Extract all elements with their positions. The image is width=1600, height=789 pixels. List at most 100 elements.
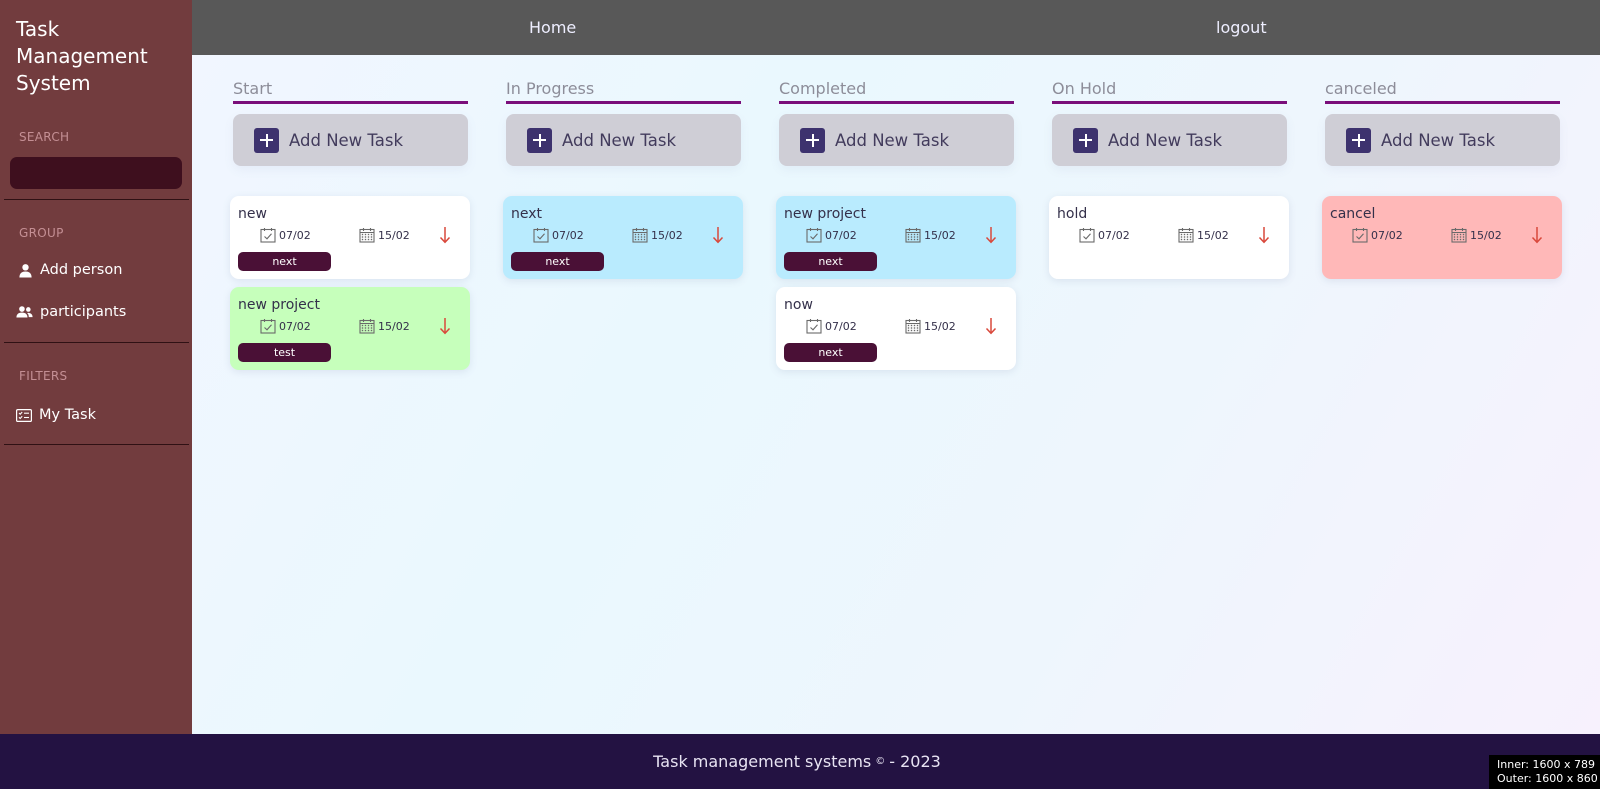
due-date: 15/02 (1451, 227, 1502, 243)
add-new-task-button[interactable]: Add New Task (1052, 114, 1287, 166)
sidebar-item-participants[interactable]: participants (16, 304, 126, 320)
inner-size: Inner: 1600 x 789 (1497, 758, 1595, 771)
start-date: 07/02 (1352, 227, 1403, 243)
start-date: 07/02 (1079, 227, 1130, 243)
add-new-task-button[interactable]: Add New Task (1325, 114, 1560, 166)
priority-arrow-down-icon (1531, 227, 1543, 244)
due-date-value: 15/02 (378, 228, 410, 242)
start-date: 07/02 (260, 227, 311, 243)
user-icon (19, 263, 32, 278)
task-tag: next (238, 252, 331, 271)
task-tag: next (784, 252, 877, 271)
add-new-task-button[interactable]: Add New Task (233, 114, 468, 166)
start-date-value: 07/02 (825, 228, 857, 242)
start-date: 07/02 (533, 227, 584, 243)
plus-icon (800, 127, 825, 153)
footer: Task management systems © - 2023 (0, 734, 1600, 789)
priority-arrow-down-icon (1258, 227, 1270, 244)
priority-arrow-down-icon (985, 227, 997, 244)
add-new-task-label: Add New Task (1381, 130, 1496, 150)
calendar-icon (359, 228, 375, 243)
task-card[interactable]: new project 07/02 15/02 next (776, 196, 1016, 279)
users-icon (16, 306, 33, 318)
brand-line: System (16, 71, 91, 95)
sidebar-item-label: My Task (39, 407, 96, 423)
column-title: Completed (779, 79, 867, 98)
sidebar-item-my-task[interactable]: My Task (16, 407, 96, 423)
column-underline (1052, 101, 1287, 104)
start-date-value: 07/02 (279, 319, 311, 333)
task-title: now (784, 297, 813, 313)
divider (4, 342, 189, 343)
outer-size: Outer: 1600 x 860 (1497, 772, 1598, 785)
brand-line: Task (16, 17, 60, 41)
due-date-value: 15/02 (924, 319, 956, 333)
sidebar: Task Management System SEARCH GROUP Add … (0, 0, 192, 734)
calendar-icon (1451, 228, 1467, 243)
calendar-icon (359, 319, 375, 334)
calendar-icon (905, 319, 921, 334)
task-tag: next (511, 252, 604, 271)
column-underline (1325, 101, 1560, 104)
due-date-value: 15/02 (1470, 228, 1502, 242)
add-new-task-button[interactable]: Add New Task (506, 114, 741, 166)
calendar-check-icon (533, 228, 549, 243)
due-date: 15/02 (905, 318, 956, 334)
start-date: 07/02 (260, 318, 311, 334)
due-date-value: 15/02 (1197, 228, 1229, 242)
start-date-value: 07/02 (825, 319, 857, 333)
filters-section-label: FILTERS (19, 369, 68, 383)
add-new-task-label: Add New Task (835, 130, 950, 150)
add-new-task-label: Add New Task (562, 130, 677, 150)
start-date-value: 07/02 (1371, 228, 1403, 242)
task-title: new project (784, 206, 866, 222)
sidebar-item-add-person[interactable]: Add person (18, 262, 122, 278)
viewport-size-badge: Inner: 1600 x 789 Outer: 1600 x 860 (1489, 755, 1600, 789)
column-underline (233, 101, 468, 104)
column-title: Start (233, 79, 273, 98)
plus-icon (527, 127, 552, 153)
calendar-check-icon (260, 228, 276, 243)
calendar-icon (632, 228, 648, 243)
task-tag: test (238, 343, 331, 362)
start-date: 07/02 (806, 227, 857, 243)
add-new-task-button[interactable]: Add New Task (779, 114, 1014, 166)
start-date: 07/02 (806, 318, 857, 334)
logout-link[interactable]: logout (1216, 18, 1267, 37)
task-title: new (238, 206, 267, 222)
task-card[interactable]: now 07/02 15/02 next (776, 287, 1016, 370)
divider (4, 199, 189, 200)
calendar-check-icon (806, 319, 822, 334)
footer-year: - 2023 (889, 752, 941, 771)
copyright-symbol: © (875, 756, 886, 767)
divider (4, 444, 189, 445)
plus-icon (1073, 127, 1098, 153)
search-input[interactable] (10, 157, 182, 189)
plus-icon (1346, 127, 1371, 153)
task-card[interactable]: new project 07/02 15/02 test (230, 287, 470, 370)
task-card[interactable]: new 07/02 15/02 next (230, 196, 470, 279)
start-date-value: 07/02 (1098, 228, 1130, 242)
start-date-value: 07/02 (552, 228, 584, 242)
priority-arrow-down-icon (439, 318, 451, 335)
task-board: Start Add New Task new 07/02 15/02 next new pr… (192, 55, 1600, 734)
priority-arrow-down-icon (985, 318, 997, 335)
due-date: 15/02 (1178, 227, 1229, 243)
column-underline (779, 101, 1014, 104)
add-new-task-label: Add New Task (289, 130, 404, 150)
sidebar-item-label: Add person (40, 262, 123, 278)
calendar-icon (1178, 228, 1194, 243)
app-brand: Task Management System (0, 0, 192, 97)
due-date-value: 15/02 (924, 228, 956, 242)
due-date: 15/02 (632, 227, 683, 243)
task-card[interactable]: next 07/02 15/02 next (503, 196, 743, 279)
column-title: On Hold (1052, 79, 1117, 98)
home-link[interactable]: Home (529, 18, 576, 37)
calendar-check-icon (1352, 228, 1368, 243)
search-section-label: SEARCH (19, 130, 70, 144)
brand-line: Management (16, 44, 148, 68)
task-title: new project (238, 297, 320, 313)
task-card[interactable]: cancel 07/02 15/02 (1322, 196, 1562, 279)
task-title: hold (1057, 206, 1088, 222)
task-card[interactable]: hold 07/02 15/02 (1049, 196, 1289, 279)
